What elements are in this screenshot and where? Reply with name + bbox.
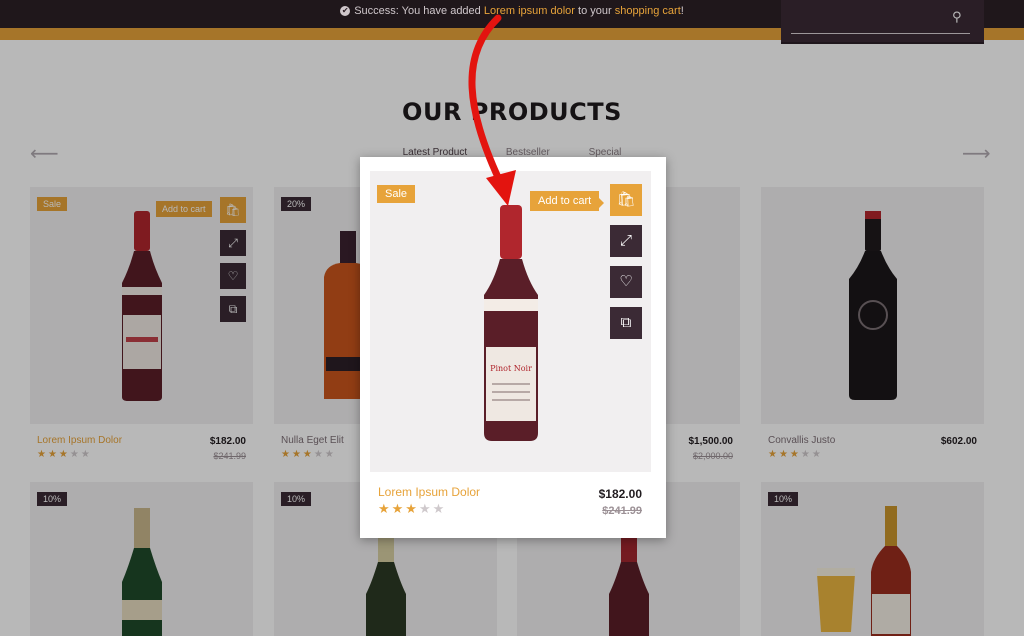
pinot-noir-bottle-image: Pinot Noir xyxy=(484,205,538,441)
highlighted-product-card[interactable]: Pinot Noir Sale Add to cart 🛍 ⤢ ♡ ⧉ Lore… xyxy=(360,157,666,538)
wishlist-heart-icon[interactable]: ♡ xyxy=(610,266,642,298)
quickview-icon[interactable]: ⤢ xyxy=(610,225,642,257)
cart-icon[interactable]: 🛍 xyxy=(610,184,642,216)
rating-stars: ★★★★★ xyxy=(378,501,447,516)
add-to-cart-tooltip: Add to cart xyxy=(530,191,605,211)
sale-badge: Sale xyxy=(377,185,416,203)
product-image[interactable]: Pinot Noir xyxy=(370,171,651,472)
notification-text: to your xyxy=(574,5,615,17)
product-name[interactable]: Lorem Ipsum Dolor xyxy=(378,485,480,499)
annotation-arrow-icon xyxy=(468,14,516,206)
card-actions: 🛍 ⤢ ♡ ⧉ xyxy=(610,184,642,348)
bottle-label-text: Pinot Noir xyxy=(490,364,532,373)
product-price: $182.00 xyxy=(598,487,642,501)
compare-icon[interactable]: ⧉ xyxy=(610,307,642,339)
notification-cart-link[interactable]: shopping cart xyxy=(615,5,681,17)
notification-text: ! xyxy=(680,5,684,17)
check-circle-icon: ✔ xyxy=(340,6,351,17)
page: ⚲ ⟵ ⟶ OUR PRODUCTS Latest Product Bestse… xyxy=(0,0,1024,636)
product-old-price: $241.99 xyxy=(602,505,642,517)
